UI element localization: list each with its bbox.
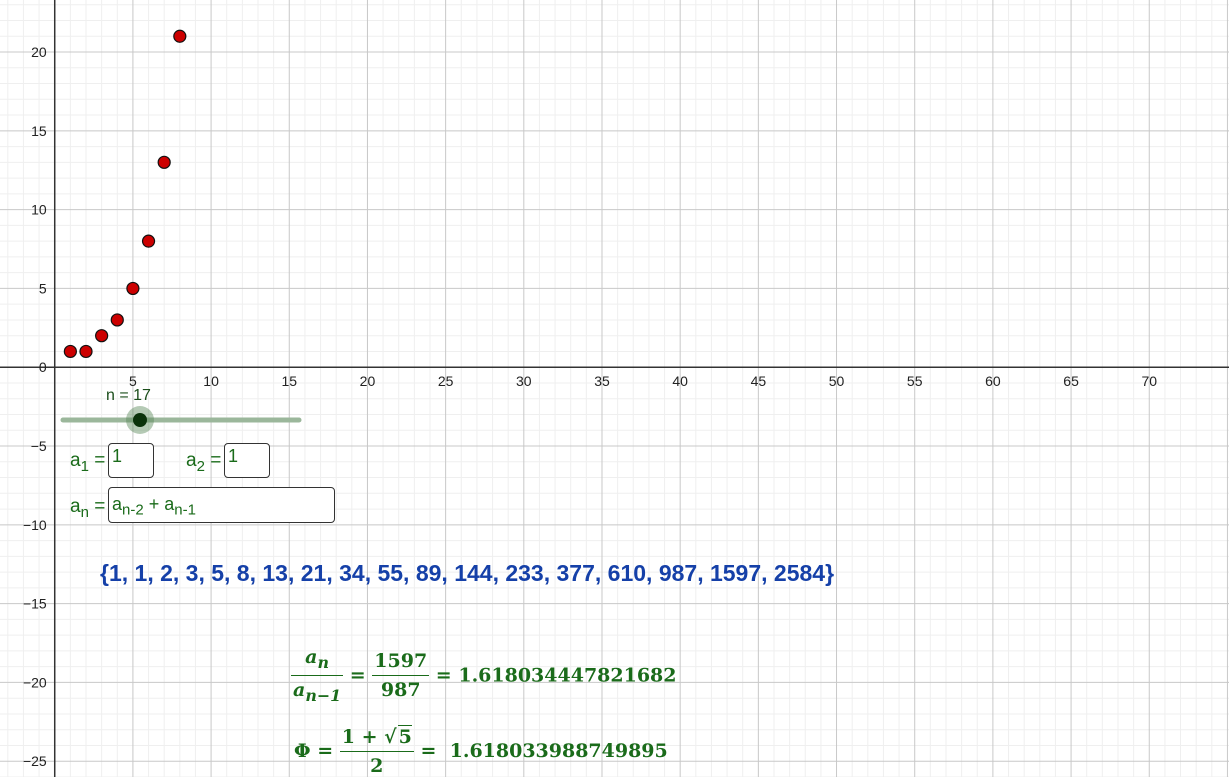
phi-value: 1.618033988749895 — [449, 740, 668, 762]
y-tick-label: 5 — [39, 280, 47, 296]
ratio-numeric-fraction: 1597 987 — [372, 650, 430, 701]
a1-label-sub: 1 — [80, 457, 89, 475]
ratio-den-sub: n−1 — [305, 685, 342, 705]
data-point[interactable] — [95, 329, 109, 343]
y-axis-tick-labels: 20 15 10 5 0 −5 −10 −15 −20 −25 — [23, 44, 47, 769]
ratio-symbolic-fraction: an an−1 — [291, 646, 344, 705]
ratio-numerator: 1597 — [372, 650, 430, 676]
a2-input[interactable]: 1 — [224, 443, 270, 478]
ratio-num-sub: n — [317, 652, 329, 672]
data-point[interactable] — [63, 344, 77, 359]
a1-input[interactable]: 1 — [108, 443, 154, 478]
an-label: an = — [70, 496, 106, 521]
an-value-sub1: n-2 — [122, 501, 144, 519]
x-tick-label: 10 — [203, 373, 219, 389]
a1-label-base: a — [70, 450, 81, 471]
x-tick-label: 35 — [594, 373, 610, 389]
an-value-mid: + a — [143, 494, 175, 514]
an-label-base: a — [70, 496, 81, 517]
x-tick-label: 45 — [751, 373, 767, 389]
slider-handle[interactable] — [133, 413, 147, 427]
phi-radicand: 5 — [397, 725, 412, 748]
x-tick-label: 55 — [907, 373, 923, 389]
an-recursion-input[interactable]: an-2 + an-1 — [108, 487, 335, 523]
an-value-part1: a — [112, 494, 123, 514]
data-point[interactable] — [126, 281, 140, 296]
phi-fraction: 1 + √ 5 2 — [339, 725, 414, 777]
a1-value: 1 — [112, 446, 123, 466]
y-tick-label: −20 — [23, 674, 47, 690]
x-axis-tick-labels: 5 10 15 20 25 30 35 40 45 50 55 60 65 70 — [129, 373, 1157, 389]
phi-symbol: Φ — [294, 740, 311, 762]
a2-label-base: a — [186, 450, 197, 471]
data-point[interactable] — [157, 155, 171, 169]
x-tick-label: 25 — [438, 373, 454, 389]
an-value-sub2: n-1 — [174, 501, 196, 519]
y-tick-label: 0 — [39, 359, 47, 375]
y-tick-label: −15 — [23, 596, 47, 612]
y-tick-label: −10 — [23, 517, 47, 533]
x-tick-label: 65 — [1063, 373, 1079, 389]
data-point[interactable] — [110, 313, 124, 327]
x-tick-label: 15 — [281, 373, 297, 389]
y-tick-label: 10 — [31, 202, 47, 218]
fibonacci-sequence-text: {1, 1, 2, 3, 5, 8, 13, 21, 34, 55, 89, 1… — [100, 560, 835, 586]
x-tick-label: 40 — [672, 373, 688, 389]
an-label-sub: n — [80, 503, 89, 521]
x-tick-label: 20 — [360, 373, 376, 389]
a2-value: 1 — [228, 446, 239, 466]
slider-n[interactable]: n = 17 — [60, 387, 302, 434]
y-tick-label: 20 — [31, 44, 47, 60]
slider-label: n = 17 — [106, 387, 151, 404]
phi-num-text: 1 + √ — [341, 726, 397, 748]
x-tick-label: 70 — [1141, 373, 1157, 389]
ratio-denominator: 987 — [380, 678, 421, 701]
x-tick-label: 30 — [516, 373, 532, 389]
ratio-den-symbol: a — [293, 678, 306, 701]
ratio-formula: an an−1 = 1597 987 = 1.618034447821682 — [291, 646, 677, 705]
ratio-value: 1.618034447821682 — [458, 664, 677, 687]
a1-label: a1 = — [70, 450, 106, 475]
x-tick-label: 60 — [985, 373, 1001, 389]
phi-denominator: 2 — [370, 755, 384, 777]
a2-label-sub: 2 — [196, 457, 205, 475]
phi-formula: Φ = 1 + √ 5 2 = 1.618033988749895 — [294, 725, 668, 777]
a2-label: a2 = — [186, 450, 222, 475]
y-tick-label: 15 — [31, 123, 47, 139]
data-point[interactable] — [141, 234, 156, 248]
y-tick-label: −25 — [23, 753, 47, 769]
ratio-num-symbol: a — [305, 646, 318, 668]
data-point[interactable] — [79, 344, 93, 359]
data-point[interactable] — [173, 29, 187, 43]
y-tick-label: −5 — [31, 438, 47, 454]
x-tick-label: 50 — [829, 373, 845, 389]
